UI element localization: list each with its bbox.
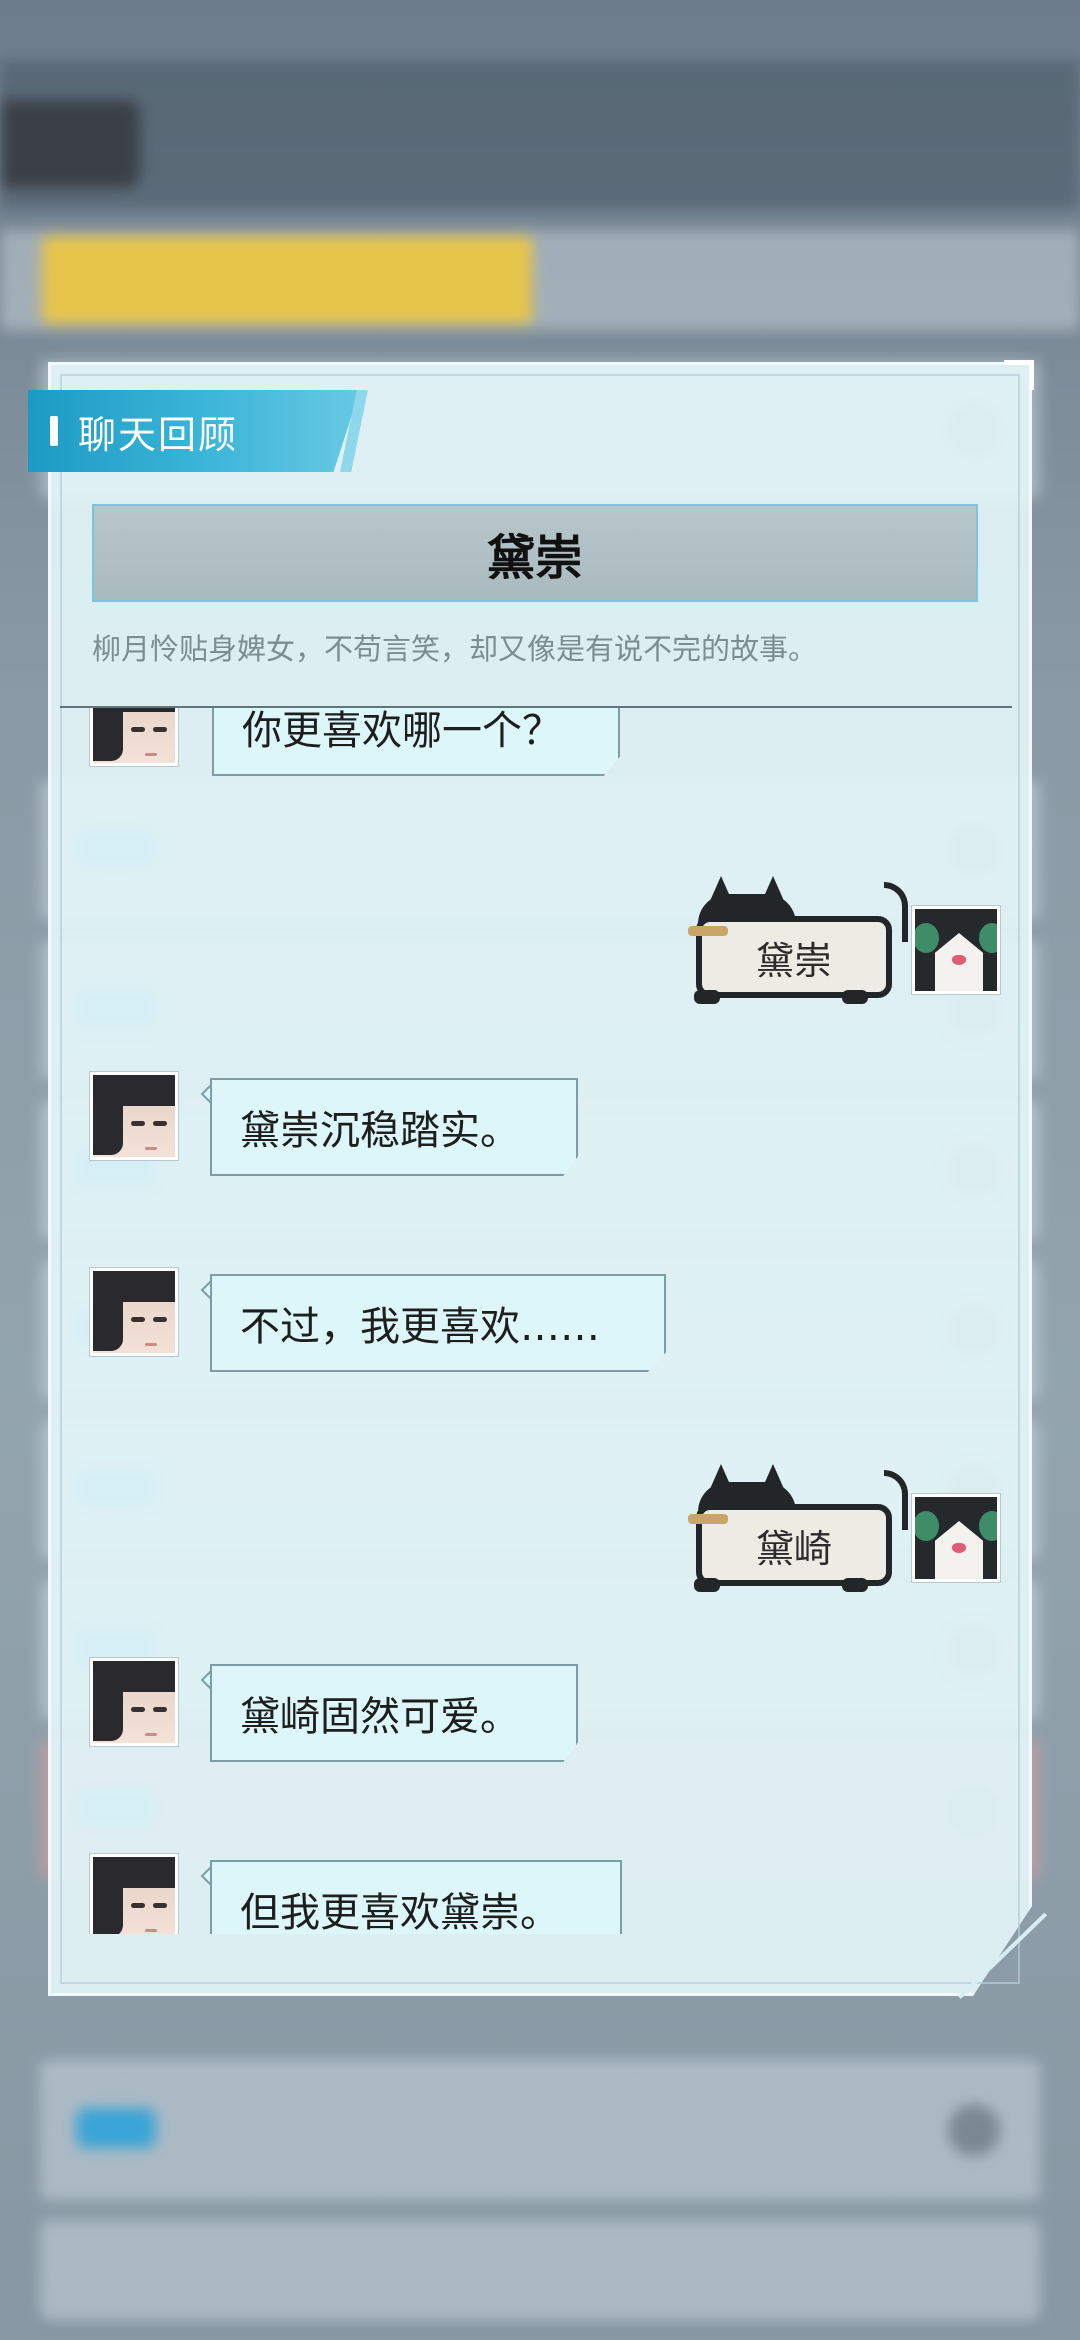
npc-avatar-hair [93, 708, 123, 761]
npc-message-text: 黛崇沉稳踏实。 [240, 1108, 520, 1154]
npc-message-bubble: 不过，我更喜欢…… [210, 1274, 666, 1372]
npc-message-bubble: 你更喜欢哪一个？ [212, 708, 620, 776]
player-avatar-nose [952, 1543, 966, 1553]
player-avatar-eye [915, 923, 939, 953]
header-bar-icon [50, 416, 58, 446]
npc-avatar-eye [131, 727, 145, 732]
cat-foot [842, 1578, 868, 1592]
player-avatar-eye [915, 1511, 939, 1541]
npc-message-bubble: 黛崎固然可爱。 [210, 1664, 578, 1762]
npc-avatar-icon [89, 708, 179, 767]
npc-avatar-eye [153, 1903, 167, 1908]
npc-message-text: 但我更喜欢黛崇。 [240, 1890, 560, 1934]
npc-avatar-hair [93, 1681, 123, 1741]
background-list-row [40, 2220, 1040, 2320]
chat-review-title: 聊天回顾 [78, 412, 239, 457]
fish-icon [688, 926, 728, 936]
npc-avatar-eye [131, 1121, 145, 1126]
npc-avatar-eye [153, 1707, 167, 1712]
cat-foot [694, 1578, 720, 1592]
npc-avatar-eye [131, 1707, 145, 1712]
player-avatar-eye [979, 923, 997, 953]
panel-corner-decoration [1004, 360, 1034, 390]
npc-message-bubble: 但我更喜欢黛崇。 [210, 1860, 622, 1934]
background-back-button [0, 100, 140, 188]
cat-bubble-icon: 黛崎 [688, 1464, 908, 1594]
npc-message-text: 黛崎固然可爱。 [240, 1694, 520, 1740]
cat-foot [842, 990, 868, 1004]
background-top-bar [0, 60, 1080, 210]
npc-message-text: 不过，我更喜欢…… [240, 1304, 600, 1350]
player-avatar-nose [952, 955, 966, 965]
npc-avatar-icon [89, 1853, 179, 1934]
cat-bubble-icon: 黛崇 [688, 876, 908, 1006]
npc-message-text: 你更喜欢哪一个？ [242, 708, 562, 754]
gear-icon [948, 2104, 1000, 2156]
npc-avatar-icon [89, 1657, 179, 1747]
npc-avatar-mouth [145, 753, 157, 756]
npc-avatar-icon [89, 1071, 179, 1161]
chat-log[interactable]: 你更喜欢哪一个？ 黛崇 黛崇沉稳踏实。 不过，我更喜欢…… 黛崎 黛崎固然可爱。… [60, 708, 1020, 1934]
cat-foot [694, 990, 720, 1004]
player-message-text: 黛崇 [755, 938, 832, 983]
character-description: 柳月怜贴身婢女，不苟言笑，却又像是有说不完的故事。 [92, 632, 818, 666]
chat-review-header-tab: 聊天回顾 [28, 390, 360, 472]
npc-avatar-hair [93, 1291, 123, 1351]
npc-avatar-eye [131, 1317, 145, 1322]
player-avatar-icon [911, 1493, 1001, 1583]
character-name-box: 黛崇 [92, 504, 978, 602]
npc-avatar-eye [153, 727, 167, 732]
player-avatar-icon [911, 905, 1001, 995]
npc-message-bubble: 黛崇沉稳踏实。 [210, 1078, 578, 1176]
background-tab-active [42, 236, 532, 324]
npc-avatar-icon [89, 1267, 179, 1357]
npc-avatar-hair [93, 1877, 123, 1934]
fish-icon [688, 1514, 728, 1524]
npc-avatar-eye [131, 1903, 145, 1908]
player-avatar-eye [979, 1511, 997, 1541]
background-list-row [40, 2060, 1040, 2200]
player-message-text: 黛崎 [755, 1526, 832, 1571]
npc-avatar-eye [153, 1121, 167, 1126]
npc-avatar-mouth [145, 1343, 157, 1346]
background-tab [620, 236, 920, 324]
npc-avatar-mouth [145, 1733, 157, 1736]
npc-avatar-eye [153, 1317, 167, 1322]
npc-avatar-hair [93, 1095, 123, 1155]
npc-avatar-mouth [145, 1147, 157, 1150]
npc-avatar-mouth [145, 1929, 157, 1932]
background-chip [76, 2108, 156, 2148]
